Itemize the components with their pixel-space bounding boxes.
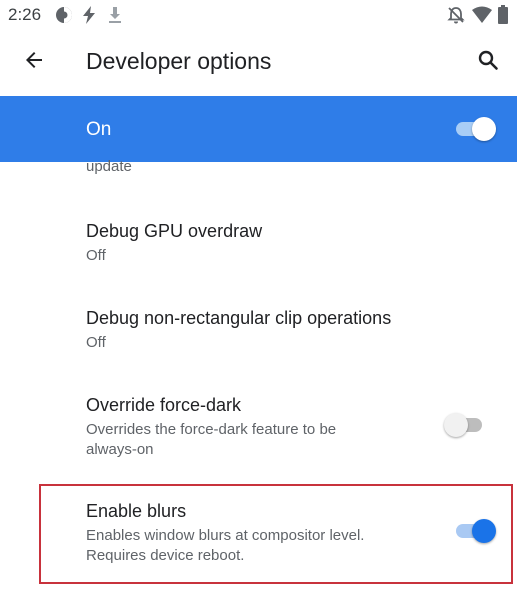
data-saver-icon: [55, 6, 73, 29]
switch-thumb: [472, 117, 496, 141]
preference-summary-line-2: always-on: [86, 441, 154, 458]
master-switch-label: On: [86, 119, 112, 140]
notifications-off-icon: [447, 6, 465, 29]
download-icon: [108, 6, 122, 29]
search-icon: [476, 48, 500, 77]
master-switch-bar[interactable]: On: [0, 96, 517, 162]
app-bar: Developer options: [0, 30, 517, 96]
battery-icon: [498, 5, 508, 29]
preference-title: Override force-dark: [86, 395, 242, 415]
preference-summary-clipped: update: [86, 158, 132, 175]
search-button[interactable]: [470, 44, 506, 80]
status-time: 2:26: [8, 5, 42, 24]
preference-summary: Off: [86, 334, 106, 351]
preference-summary: Off: [86, 247, 106, 264]
screen: 2:26 Developer options On update Debug G…: [0, 0, 517, 600]
highlight-annotation-box: [39, 484, 513, 584]
switch-thumb: [444, 413, 468, 437]
back-button[interactable]: [16, 44, 52, 80]
preference-title: Debug non-rectangular clip operations: [86, 308, 392, 328]
override-force-dark-switch[interactable]: [444, 412, 486, 438]
arrow-back-icon: [22, 48, 46, 77]
wifi-icon: [472, 6, 492, 29]
status-bar: 2:26: [0, 0, 517, 30]
flash-icon: [82, 6, 96, 29]
preference-summary-line-1: Overrides the force-dark feature to be: [86, 421, 337, 438]
page-title: Developer options: [86, 48, 272, 74]
master-switch-toggle[interactable]: [454, 116, 496, 142]
preference-title: Debug GPU overdraw: [86, 221, 263, 241]
